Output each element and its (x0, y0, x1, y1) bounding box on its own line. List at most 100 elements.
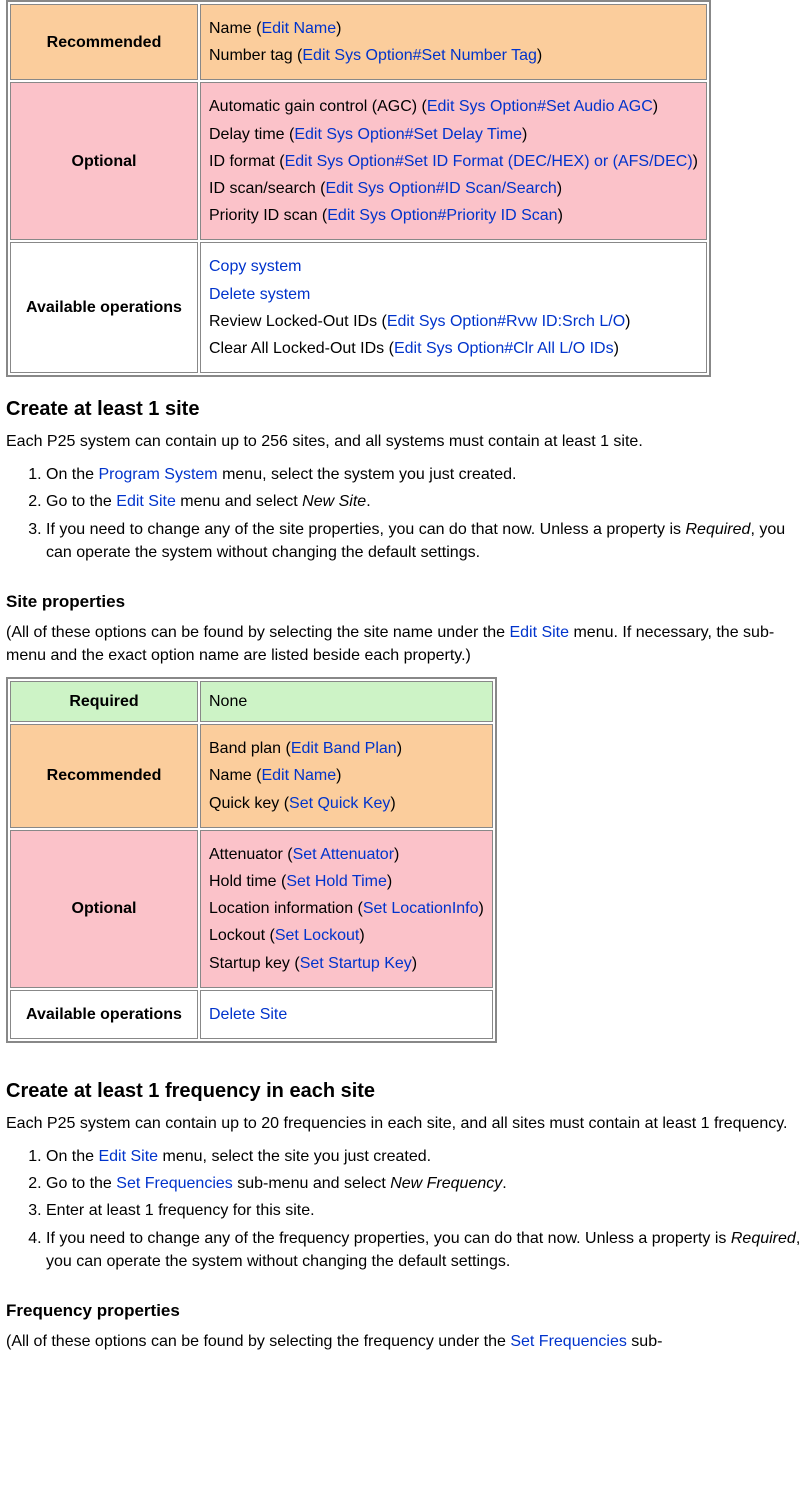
link-set-frequencies[interactable]: Set Frequencies (116, 1175, 233, 1192)
property-text: Review Locked-Out IDs ( (209, 313, 387, 330)
list-item: Enter at least 1 frequency for this site… (46, 1199, 802, 1222)
property-text: ) (558, 207, 563, 224)
row-label-operations: Available operations (10, 242, 198, 373)
step-text: menu, select the system you just created… (218, 466, 517, 483)
property-link[interactable]: Edit Sys Option#Set Delay Time (294, 126, 522, 143)
property-link[interactable]: Edit Sys Option#Set Audio AGC (427, 98, 653, 115)
table-row: Available operations Delete Site (10, 990, 493, 1039)
property-link[interactable]: Set Hold Time (286, 873, 386, 890)
heading-site-properties: Site properties (6, 590, 802, 615)
property-line: Automatic gain control (AGC) (Edit Sys O… (209, 95, 698, 118)
steps-create-frequency: On the Edit Site menu, select the site y… (6, 1145, 802, 1273)
table-row: Optional Attenuator (Set Attenuator)Hold… (10, 830, 493, 988)
link-edit-site[interactable]: Edit Site (116, 493, 176, 510)
step-em: New Frequency (390, 1175, 502, 1192)
property-text: Hold time ( (209, 873, 286, 890)
step-text: On the (46, 1148, 98, 1165)
step-text: If you need to change any of the frequen… (46, 1230, 731, 1247)
property-link[interactable]: Edit Sys Option#Priority ID Scan (327, 207, 557, 224)
table-row: Available operations Copy system Delete s… (10, 242, 707, 373)
property-text: Attenuator ( (209, 846, 293, 863)
property-text: Delay time ( (209, 126, 294, 143)
property-link[interactable]: Delete Site (209, 1006, 287, 1023)
step-text: If you need to change any of the site pr… (46, 521, 686, 538)
property-line: Delay time (Edit Sys Option#Set Delay Ti… (209, 123, 698, 146)
table-row: Recommended Band plan (Edit Band Plan)Na… (10, 724, 493, 828)
property-link[interactable]: Edit Sys Option#Set Number Tag (302, 47, 537, 64)
property-text: ) (394, 846, 399, 863)
step-text: . (366, 493, 370, 510)
property-line: Name (Edit Name) (209, 764, 484, 787)
step-text: Go to the (46, 493, 116, 510)
text: (All of these options can be found by se… (6, 624, 509, 641)
text: sub- (627, 1333, 663, 1350)
step-text: sub-menu and select (233, 1175, 390, 1192)
property-link[interactable]: Set LocationInfo (363, 900, 479, 917)
row-content-operations: Delete Site (200, 990, 493, 1039)
property-line: Hold time (Set Hold Time) (209, 870, 484, 893)
list-item: On the Program System menu, select the s… (46, 463, 802, 486)
link-edit-site[interactable]: Edit Site (98, 1148, 158, 1165)
link-set-frequencies[interactable]: Set Frequencies (510, 1333, 627, 1350)
property-line: ID scan/search (Edit Sys Option#ID Scan/… (209, 177, 698, 200)
property-link[interactable]: Set Startup Key (300, 955, 412, 972)
property-text: ID scan/search ( (209, 180, 325, 197)
row-label-recommended: Recommended (10, 4, 198, 80)
link-edit-site[interactable]: Edit Site (509, 624, 569, 641)
table-row: Required None (10, 681, 493, 722)
property-text: Lockout ( (209, 927, 275, 944)
property-link[interactable]: Edit Name (261, 20, 336, 37)
property-link[interactable]: Edit Sys Option#Rvw ID:Srch L/O (387, 313, 625, 330)
table-row: Optional Automatic gain control (AGC) (E… (10, 82, 707, 240)
property-text: ) (390, 795, 395, 812)
step-em: Required (686, 521, 751, 538)
property-text: Number tag ( (209, 47, 302, 64)
property-line: Copy system (209, 255, 698, 278)
property-text: ) (537, 47, 542, 64)
row-content-optional: Attenuator (Set Attenuator)Hold time (Se… (200, 830, 493, 988)
list-item: Go to the Edit Site menu and select New … (46, 490, 802, 513)
property-link[interactable]: Set Quick Key (289, 795, 390, 812)
property-line: Delete system (209, 283, 698, 306)
property-text: Priority ID scan ( (209, 207, 327, 224)
step-text: menu and select (176, 493, 302, 510)
property-text: ) (336, 20, 341, 37)
intro-site-properties: (All of these options can be found by se… (6, 621, 802, 667)
text: (All of these options can be found by se… (6, 1333, 510, 1350)
steps-create-site: On the Program System menu, select the s… (6, 463, 802, 564)
property-link[interactable]: Copy system (209, 258, 301, 275)
property-text: Location information ( (209, 900, 363, 917)
none-text: None (209, 693, 247, 710)
property-link[interactable]: Edit Sys Option#Clr All L/O IDs (394, 340, 614, 357)
row-content-optional: Automatic gain control (AGC) (Edit Sys O… (200, 82, 707, 240)
property-link[interactable]: Edit Name (261, 767, 336, 784)
link-program-system[interactable]: Program System (98, 466, 217, 483)
site-properties-table: Required None Recommended Band plan (Edi… (6, 677, 497, 1043)
property-link[interactable]: Set Attenuator (293, 846, 394, 863)
list-item: If you need to change any of the site pr… (46, 518, 802, 564)
property-text: ) (557, 180, 562, 197)
property-text: ) (336, 767, 341, 784)
property-line: Location information (Set LocationInfo) (209, 897, 484, 920)
property-text: ) (625, 313, 630, 330)
property-link[interactable]: Set Lockout (275, 927, 360, 944)
property-link[interactable]: Edit Band Plan (291, 740, 397, 757)
property-text: Clear All Locked-Out IDs ( (209, 340, 394, 357)
step-em: Required (731, 1230, 796, 1247)
property-link[interactable]: Edit Sys Option#Set ID Format (DEC/HEX) … (285, 153, 693, 170)
property-link[interactable]: Delete system (209, 286, 310, 303)
step-text: . (502, 1175, 506, 1192)
row-label-required: Required (10, 681, 198, 722)
property-line: Delete Site (209, 1003, 484, 1026)
step-em: New Site (302, 493, 366, 510)
property-text: ) (479, 900, 484, 917)
property-text: Startup key ( (209, 955, 300, 972)
property-link[interactable]: Edit Sys Option#ID Scan/Search (325, 180, 556, 197)
row-content-recommended: Band plan (Edit Band Plan) Name (Edit Nam… (200, 724, 493, 828)
property-text: ) (359, 927, 364, 944)
property-text: Name ( (209, 767, 261, 784)
property-line: Band plan (Edit Band Plan) (209, 737, 484, 760)
row-content-required: None (200, 681, 493, 722)
row-label-operations: Available operations (10, 990, 198, 1039)
property-line: Lockout (Set Lockout) (209, 924, 484, 947)
